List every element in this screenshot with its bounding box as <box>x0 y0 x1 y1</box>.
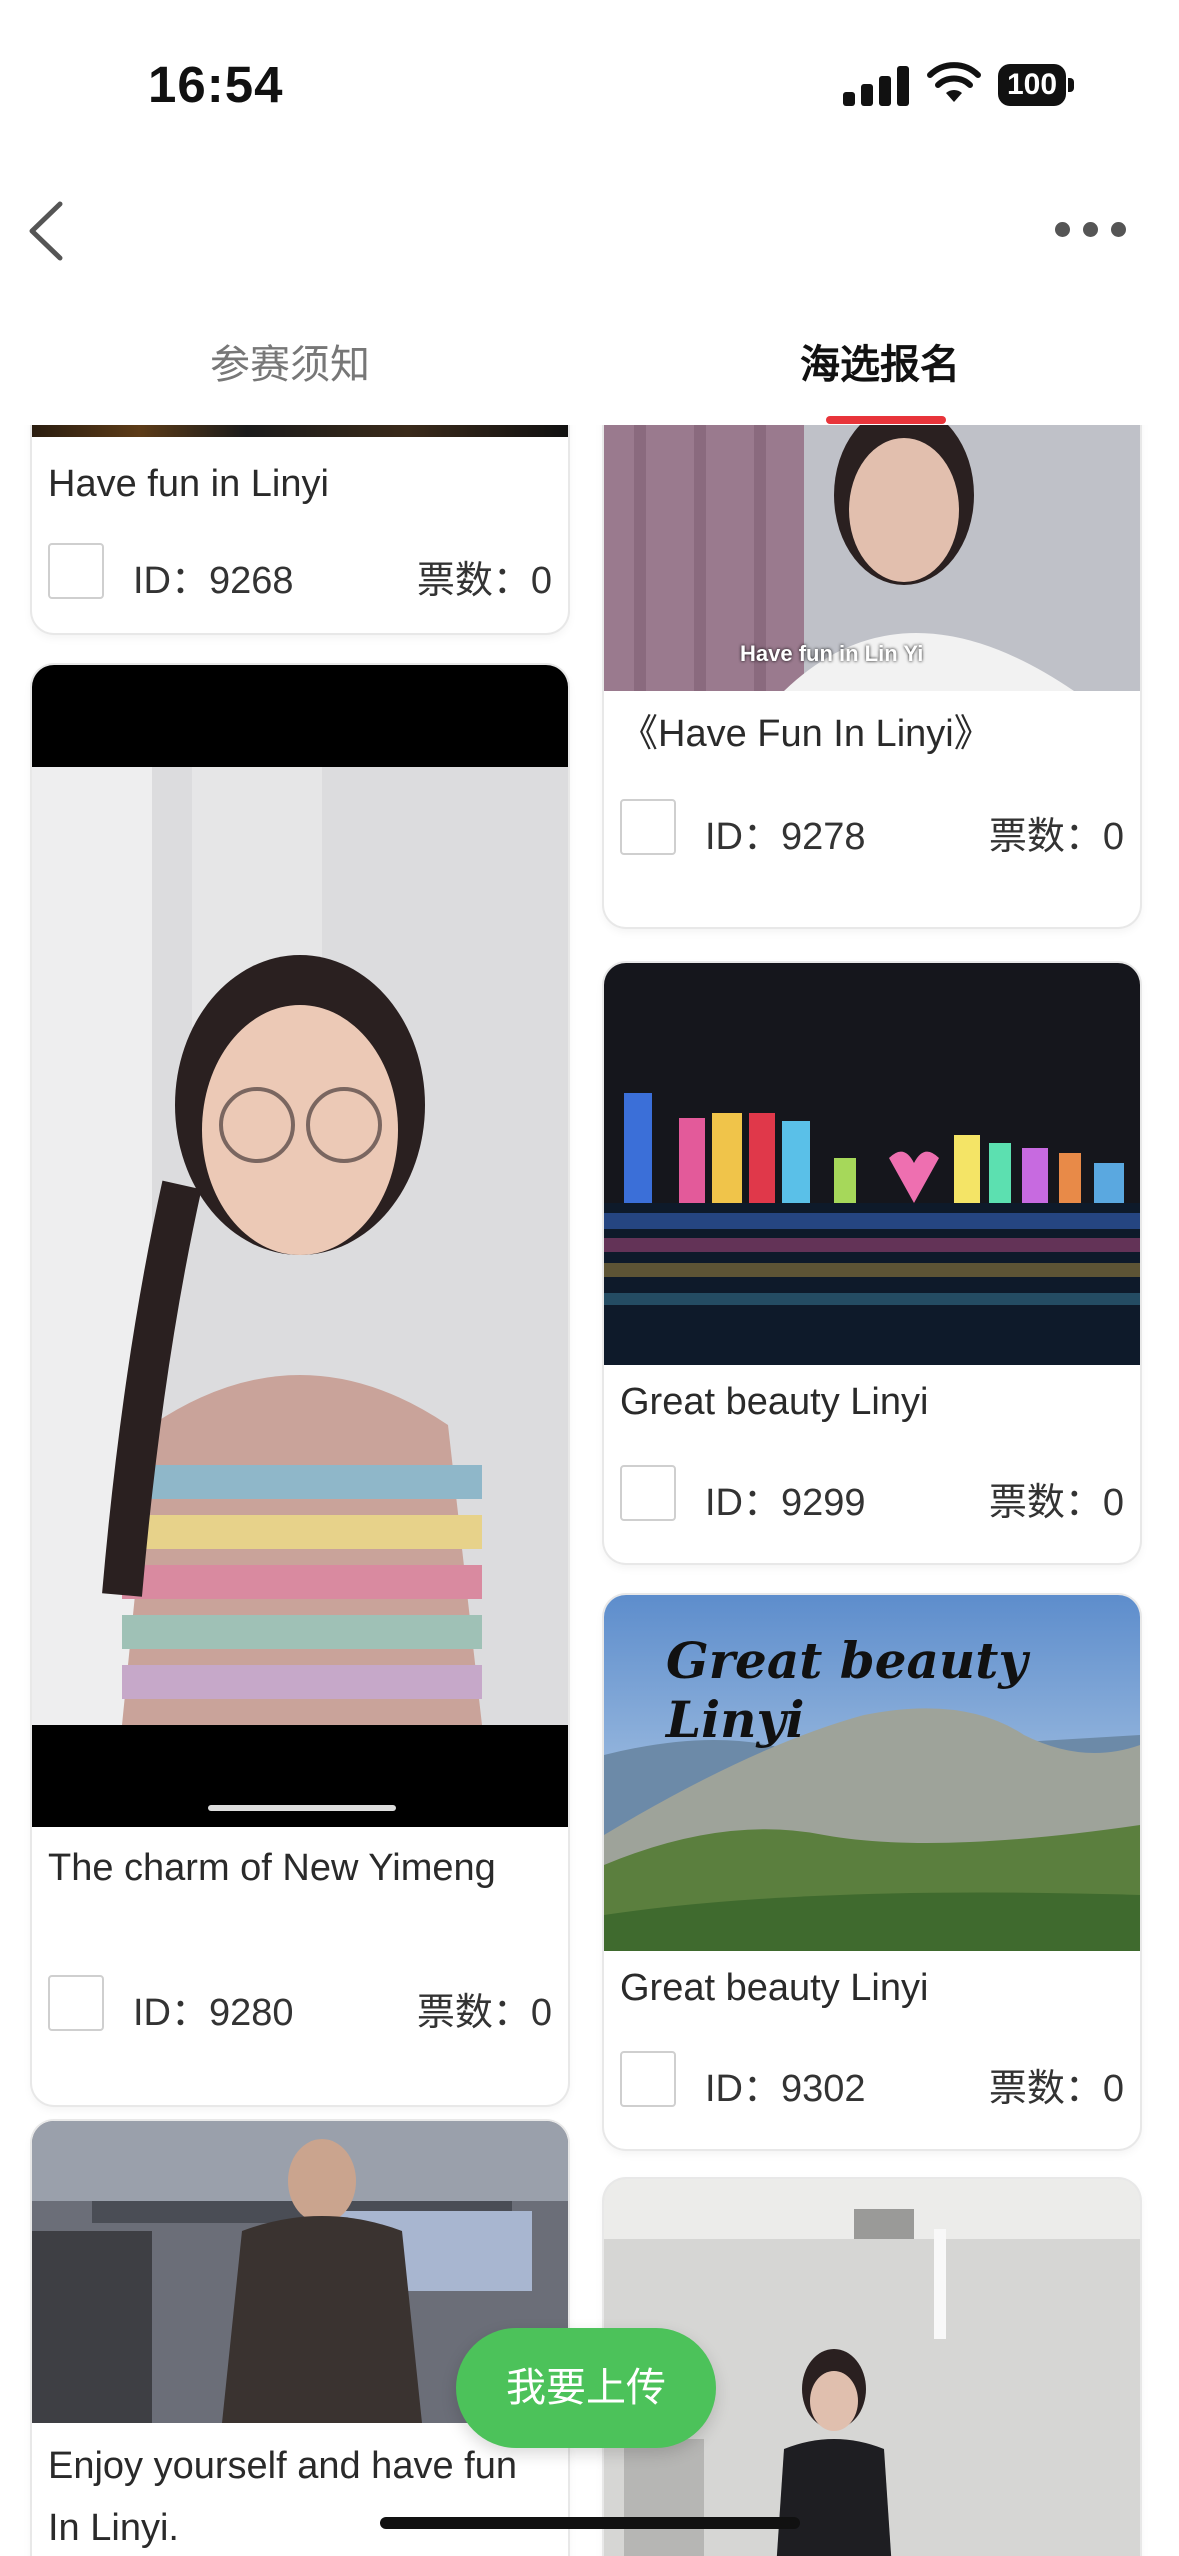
wifi-icon <box>927 62 981 102</box>
more-dots-icon[interactable] <box>1055 216 1127 240</box>
video-thumbnail-girl-curtain: Have fun in Lin Yi <box>604 425 1140 691</box>
select-checkbox[interactable] <box>620 1465 676 1521</box>
status-bar: 16:54 100 <box>0 0 1179 170</box>
nav-bar <box>0 170 1179 290</box>
tab-contest-notice[interactable]: 参赛须知 <box>210 332 370 390</box>
entry-meta: ID：9280 票数：0 <box>48 1975 552 2035</box>
select-checkbox[interactable] <box>48 1975 104 2031</box>
entry-id: ID：9302 <box>705 2068 866 2110</box>
entry-card[interactable]: Great beauty Linyi Great beauty Linyi ID… <box>604 1595 1140 2149</box>
entry-card[interactable]: Have fun in Linyi ID：9268 票数：0 <box>32 425 568 633</box>
select-checkbox[interactable] <box>620 2051 676 2107</box>
entry-card[interactable]: The charm of New Yimeng ID：9280 票数：0 <box>32 665 568 2105</box>
entry-votes: 票数：0 <box>988 1482 1124 1524</box>
entry-id: ID：9268 <box>133 560 294 602</box>
entry-id: ID：9280 <box>133 1992 294 2034</box>
image-overlay-text: Great beauty Linyi <box>666 1631 1028 1749</box>
video-thumbnail-portrait-girl <box>32 665 568 1827</box>
entry-title: Enjoy yourself and have fun In Linyi. <box>48 2445 517 2549</box>
back-chevron-icon[interactable] <box>20 198 80 264</box>
battery-icon: 100 <box>998 64 1074 106</box>
status-time: 16:54 <box>148 56 284 113</box>
entry-votes: 票数：0 <box>988 2068 1124 2110</box>
cellular-signal-icon <box>843 66 909 106</box>
video-thumbnail <box>32 425 568 437</box>
active-tab-indicator <box>826 416 946 424</box>
entry-title: Great beauty Linyi <box>620 1967 929 2009</box>
entry-title: 《Have Fun In Linyi》 <box>620 713 992 755</box>
entry-id: ID：9299 <box>705 1482 866 1524</box>
tab-audition-signup[interactable]: 海选报名 <box>800 332 960 390</box>
entry-votes: 票数：0 <box>416 1992 552 2034</box>
select-checkbox[interactable] <box>620 799 676 855</box>
entry-feed[interactable]: Have fun in Linyi ID：9268 票数：0 The charm… <box>0 425 1179 2556</box>
tab-bar: 参赛须知 海选报名 <box>0 310 1179 430</box>
entry-card[interactable]: Have fun in Lin Yi 《Have Fun In Linyi》 I… <box>604 425 1140 927</box>
upload-button[interactable]: 我要上传 <box>456 2328 716 2448</box>
entry-meta: ID：9278 票数：0 <box>620 799 1124 859</box>
select-checkbox[interactable] <box>48 543 104 599</box>
entry-meta: ID：9299 票数：0 <box>620 1465 1124 1525</box>
entry-title: Great beauty Linyi <box>620 1381 929 1423</box>
entry-votes: 票数：0 <box>988 816 1124 858</box>
battery-level: 100 <box>998 64 1066 106</box>
entry-title: The charm of New Yimeng <box>48 1847 496 1889</box>
entry-votes: 票数：0 <box>416 560 552 602</box>
video-caption: Have fun in Lin Yi <box>740 641 924 666</box>
entry-card[interactable]: Great beauty Linyi ID：9299 票数：0 <box>604 963 1140 1563</box>
mountain-landscape: Great beauty Linyi <box>604 1595 1140 1951</box>
night-city-skyline <box>604 963 1140 1365</box>
entry-meta: ID：9268 票数：0 <box>48 543 552 603</box>
home-indicator[interactable] <box>380 2517 800 2529</box>
entry-id: ID：9278 <box>705 816 866 858</box>
entry-meta: ID：9302 票数：0 <box>620 2051 1124 2111</box>
entry-title: Have fun in Linyi <box>48 463 329 505</box>
